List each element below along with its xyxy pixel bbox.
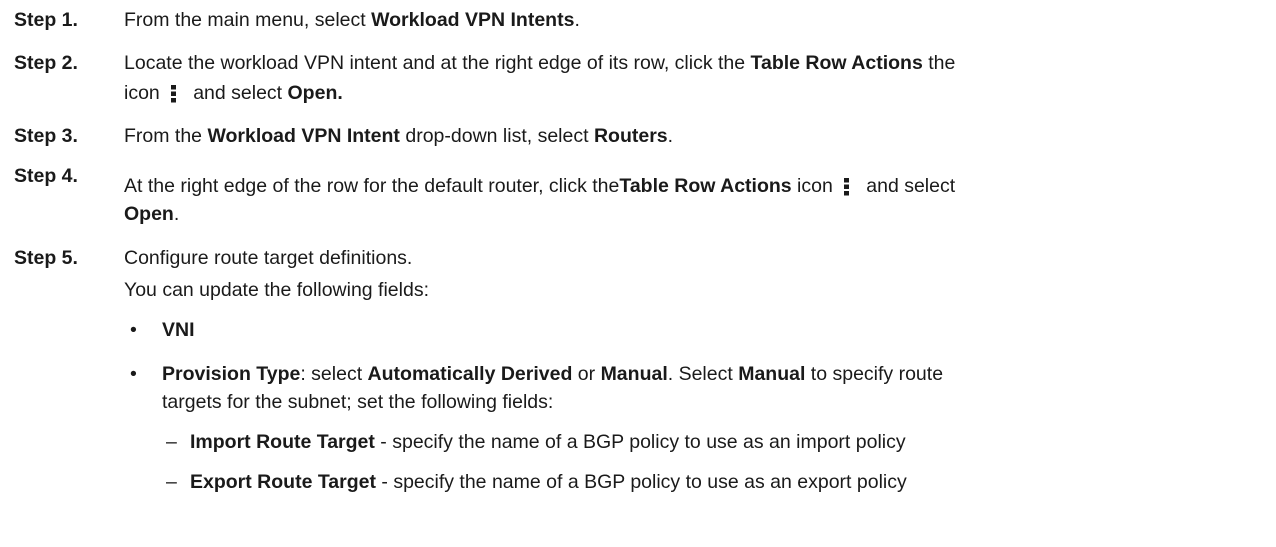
bullet-icon: •: [130, 363, 137, 385]
sub-item-text: Import Route Target - specify the name o…: [190, 428, 1264, 456]
step-line: From the main menu, select Workload VPN …: [124, 6, 1264, 34]
step-line: From the Workload VPN Intent drop-down l…: [124, 122, 1264, 150]
sub-list-item: – Import Route Target - specify the name…: [124, 428, 1264, 456]
text: and select: [187, 82, 288, 104]
text: the: [922, 52, 956, 74]
text: drop-down list, select: [399, 125, 594, 147]
step-body: Locate the workload VPN intent and at th…: [124, 49, 1264, 107]
step-body: Configure route target definitions. You …: [124, 244, 1264, 496]
step-line: You can update the following fields:: [124, 279, 430, 301]
dash-icon: –: [166, 471, 177, 493]
step-label: Step 3.: [14, 125, 78, 147]
text: From the: [124, 125, 208, 147]
text: From the main menu, select: [124, 9, 372, 31]
text: At the right edge of the row for the def…: [124, 175, 620, 197]
step-line: Open.: [124, 200, 1264, 228]
bullet-text: Provision Type: select Automatically Der…: [162, 360, 1264, 416]
step-line: Configure route target definitions.: [124, 247, 413, 269]
text: or: [572, 363, 601, 385]
sub-item-text: Export Route Target - specify the name o…: [190, 468, 1264, 496]
text: icon: [791, 175, 833, 197]
ui-term: Open: [124, 203, 174, 225]
sub-list-item: – Export Route Target - specify the name…: [124, 468, 1264, 496]
step-line: Locate the workload VPN intent and at th…: [124, 49, 1264, 77]
text: - specify the name of a BGP policy to us…: [374, 431, 906, 453]
ui-term: Automatically Derived: [367, 363, 573, 385]
step-body: From the Workload VPN Intent drop-down l…: [124, 122, 1264, 150]
text: : select: [300, 363, 368, 385]
ui-term: Workload VPN Intents: [371, 9, 575, 31]
text: - specify the name of a BGP policy to us…: [375, 471, 907, 493]
ui-term: Workload VPN Intent: [207, 125, 400, 147]
text: icon: [124, 82, 160, 104]
ui-term: Routers: [593, 125, 668, 147]
text: Locate the workload VPN intent and at th…: [124, 52, 751, 74]
text: . Select: [667, 363, 739, 385]
dash-icon: –: [166, 431, 177, 453]
step-body: At the right edge of the row for the def…: [124, 172, 1264, 228]
step-body: From the main menu, select Workload VPN …: [124, 6, 1264, 34]
text: .: [173, 203, 180, 225]
text: to specify route: [805, 363, 944, 385]
bullet-icon: •: [130, 319, 137, 341]
text: and select: [860, 175, 956, 197]
step-line: At the right edge of the row for the def…: [124, 172, 1264, 200]
ui-term: Table Row Actions: [619, 175, 792, 197]
step-label: Step 2.: [14, 52, 78, 74]
step-line: icon and select Open.: [124, 79, 1264, 107]
ui-term: Manual: [600, 363, 668, 385]
bullet-item: • VNI: [124, 316, 1264, 344]
text: .: [667, 125, 674, 147]
ui-term: Export Route Target: [190, 471, 376, 493]
ui-term: Table Row Actions: [750, 52, 923, 74]
bullet-line: Provision Type: select Automatically Der…: [162, 360, 1264, 388]
step-label: Step 1.: [14, 9, 78, 31]
kebab-menu-icon: [837, 177, 857, 197]
ui-term: Manual: [738, 363, 806, 385]
bullet-item: • Provision Type: select Automatically D…: [124, 360, 1264, 416]
ui-term: Provision Type: [162, 363, 301, 385]
kebab-menu-icon: [164, 84, 184, 104]
ui-term: Open.: [287, 82, 343, 104]
bullet-line: targets for the subnet; set the followin…: [162, 391, 554, 413]
step-label: Step 4.: [14, 165, 78, 187]
text: .: [574, 9, 580, 31]
ui-term: Import Route Target: [190, 431, 375, 453]
step-label: Step 5.: [14, 247, 78, 269]
bullet-text: VNI: [162, 316, 1264, 344]
ui-term: VNI: [162, 319, 195, 341]
